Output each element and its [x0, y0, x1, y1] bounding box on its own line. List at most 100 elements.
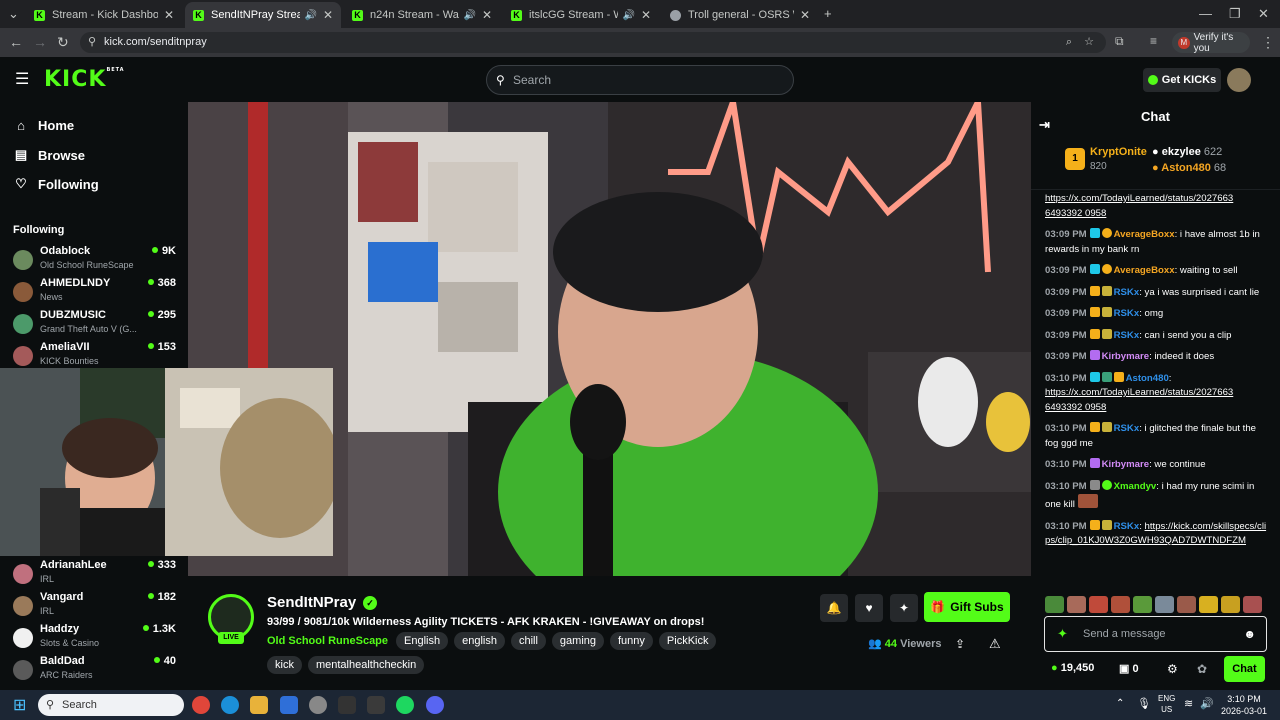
leader-entry-2[interactable]: ● ekzylee 622 [1152, 146, 1222, 158]
message-user[interactable]: RSKx [1114, 287, 1140, 298]
file-explorer-icon[interactable] [250, 696, 268, 714]
report-warning-icon[interactable]: ⚠ [989, 636, 1001, 652]
message-link[interactable]: https://x.com/TodayiLearned/status/20276… [1045, 193, 1233, 219]
emote-icon[interactable] [1133, 596, 1152, 613]
tag[interactable]: kick [267, 656, 302, 674]
message-user[interactable]: AverageBoxx [1114, 265, 1175, 276]
back-icon[interactable]: ← [9, 34, 23, 50]
leader-name[interactable]: KryptOnite [1090, 146, 1147, 158]
tag[interactable]: mentalhealthcheckin [307, 656, 425, 674]
leader-entry-3[interactable]: ● Aston480 68 [1152, 162, 1226, 174]
close-tab-icon[interactable]: ✕ [800, 8, 810, 22]
language-indicator[interactable]: ENG US [1158, 693, 1175, 715]
store-icon[interactable] [280, 696, 298, 714]
browser-menu-icon[interactable]: ⋮ [1261, 34, 1275, 51]
discord-icon[interactable] [426, 696, 444, 714]
taskbar-clock[interactable]: 3:10 PM 2026-03-01 [1221, 693, 1267, 717]
search-input[interactable]: ⚲ Search [486, 65, 794, 95]
emote-icon[interactable] [1089, 596, 1108, 613]
boost-button[interactable]: ✦ [890, 594, 918, 622]
spotify-icon[interactable] [396, 696, 414, 714]
chat-tools-icon[interactable]: ✿ [1197, 662, 1207, 676]
emote-icon[interactable] [1111, 596, 1130, 613]
close-tab-icon[interactable]: ✕ [323, 8, 333, 22]
tag[interactable]: chill [510, 632, 546, 650]
tag[interactable]: gaming [551, 632, 604, 650]
emote-icon[interactable] [1177, 596, 1196, 613]
speaker-icon[interactable]: 🔊 [463, 10, 475, 21]
app-icon[interactable] [309, 696, 327, 714]
nav-following[interactable]: ♡ Following [14, 176, 98, 192]
chat-input[interactable]: ✦ Send a message ☻ [1044, 616, 1267, 652]
reload-icon[interactable]: ↻ [57, 34, 69, 51]
extensions-icon[interactable]: ⧉ [1115, 34, 1124, 49]
followed-channel[interactable]: Odablock Old School RuneScape 9K [11, 245, 176, 275]
chrome-icon[interactable] [192, 696, 210, 714]
tab-senditnpray[interactable]: K SendItNPray Stream - Watch 🔊 ✕ [185, 2, 341, 28]
message-user[interactable]: Kirbymare [1102, 459, 1149, 470]
send-chat-button[interactable]: Chat [1224, 656, 1265, 682]
maximize-icon[interactable]: ❐ [1229, 6, 1241, 22]
tab-itslcgg[interactable]: K itslcGG Stream - Watch Live 🔊 ✕ [503, 2, 659, 28]
taskbar-search-input[interactable]: ⚲ Search [38, 694, 184, 716]
channel-name[interactable]: SendItNPray [267, 594, 356, 611]
emote-icon[interactable] [1221, 596, 1240, 613]
followed-channel[interactable]: BaldDad ARC Raiders 40 [11, 655, 176, 685]
message-user[interactable]: Xmandyv [1114, 481, 1157, 492]
follow-button[interactable]: ♥ [855, 594, 883, 622]
notification-bell-button[interactable]: 🔔 [820, 594, 848, 622]
message-user[interactable]: RSKx [1114, 521, 1140, 532]
emoji-picker-icon[interactable]: ☻ [1243, 617, 1256, 651]
followed-channel[interactable]: AdrianahLee IRL 333 [11, 559, 176, 589]
emote-icon[interactable] [1199, 596, 1218, 613]
message-user[interactable]: AverageBoxx [1114, 229, 1175, 240]
reading-list-icon[interactable]: ≡ [1150, 34, 1157, 48]
volume-icon[interactable]: 🔊 [1200, 697, 1214, 710]
close-tab-icon[interactable]: ✕ [641, 8, 651, 22]
edge-icon[interactable] [221, 696, 239, 714]
kick-logo[interactable]: KICKBETA [44, 67, 125, 92]
followed-channel[interactable]: AHMEDLNDY News 368 [11, 277, 176, 307]
emote-icon[interactable] [1067, 596, 1086, 613]
hamburger-menu-icon[interactable]: ☰ [15, 69, 29, 89]
app-x-icon[interactable] [338, 696, 356, 714]
message-user[interactable]: RSKx [1114, 330, 1140, 341]
followed-channel[interactable]: DUBZMUSIC Grand Theft Auto V (G... 295 [11, 309, 176, 339]
nav-browse[interactable]: ▤ Browse [14, 147, 85, 163]
tray-chevron-icon[interactable]: ⌃ [1116, 698, 1124, 709]
followed-channel[interactable]: Vangard IRL 182 [11, 591, 176, 621]
app-rl-icon[interactable] [367, 696, 385, 714]
tab-osrs-wiki[interactable]: Troll general - OSRS Wiki ✕ [662, 2, 818, 28]
tag[interactable]: PickKick [658, 632, 717, 650]
emote-icon[interactable] [1243, 596, 1262, 613]
chat-settings-icon[interactable]: ⚙ [1167, 662, 1178, 676]
get-kicks-button[interactable]: Get KICKs [1143, 68, 1221, 92]
zoom-icon[interactable]: ⌕ [1066, 32, 1072, 53]
tag[interactable]: english [454, 632, 505, 650]
redeems[interactable]: ▣ 0 [1119, 662, 1139, 675]
category-link[interactable]: Old School RuneScape [267, 635, 388, 647]
site-info-icon[interactable]: ⚲ [88, 32, 96, 53]
microphone-icon[interactable]: 🎙 [1137, 697, 1151, 710]
emote-icon[interactable] [1155, 596, 1174, 613]
gift-subs-button[interactable]: 🎁 Gift Subs [924, 592, 1010, 622]
message-user[interactable]: RSKx [1114, 308, 1140, 319]
new-tab-icon[interactable]: + [824, 6, 832, 21]
speaker-icon[interactable]: 🔊 [304, 10, 316, 21]
followed-channel[interactable]: AmeliaVII KICK Bounties 153 [11, 341, 176, 371]
windows-start-icon[interactable]: ⊞ [13, 695, 26, 715]
tab-kick-dashboard[interactable]: K Stream - Kick Dashboard ✕ [26, 2, 182, 28]
tag[interactable]: English [396, 632, 449, 650]
message-link[interactable]: https://x.com/TodayiLearned/status/20276… [1045, 387, 1233, 413]
speaker-icon[interactable]: 🔊 [622, 10, 634, 21]
close-window-icon[interactable]: ✕ [1258, 6, 1269, 22]
close-tab-icon[interactable]: ✕ [482, 8, 492, 22]
nav-home[interactable]: ⌂ Home [14, 118, 74, 133]
tab-n24n[interactable]: K n24n Stream - Watch Live 🔊 ✕ [344, 2, 500, 28]
verify-profile-button[interactable]: M Verify it's you [1172, 32, 1250, 54]
wifi-icon[interactable]: ≋ [1184, 697, 1193, 710]
tag[interactable]: funny [610, 632, 653, 650]
message-user[interactable]: Aston480 [1126, 373, 1169, 384]
close-tab-icon[interactable]: ✕ [164, 8, 174, 22]
minimize-icon[interactable]: — [1199, 6, 1212, 21]
